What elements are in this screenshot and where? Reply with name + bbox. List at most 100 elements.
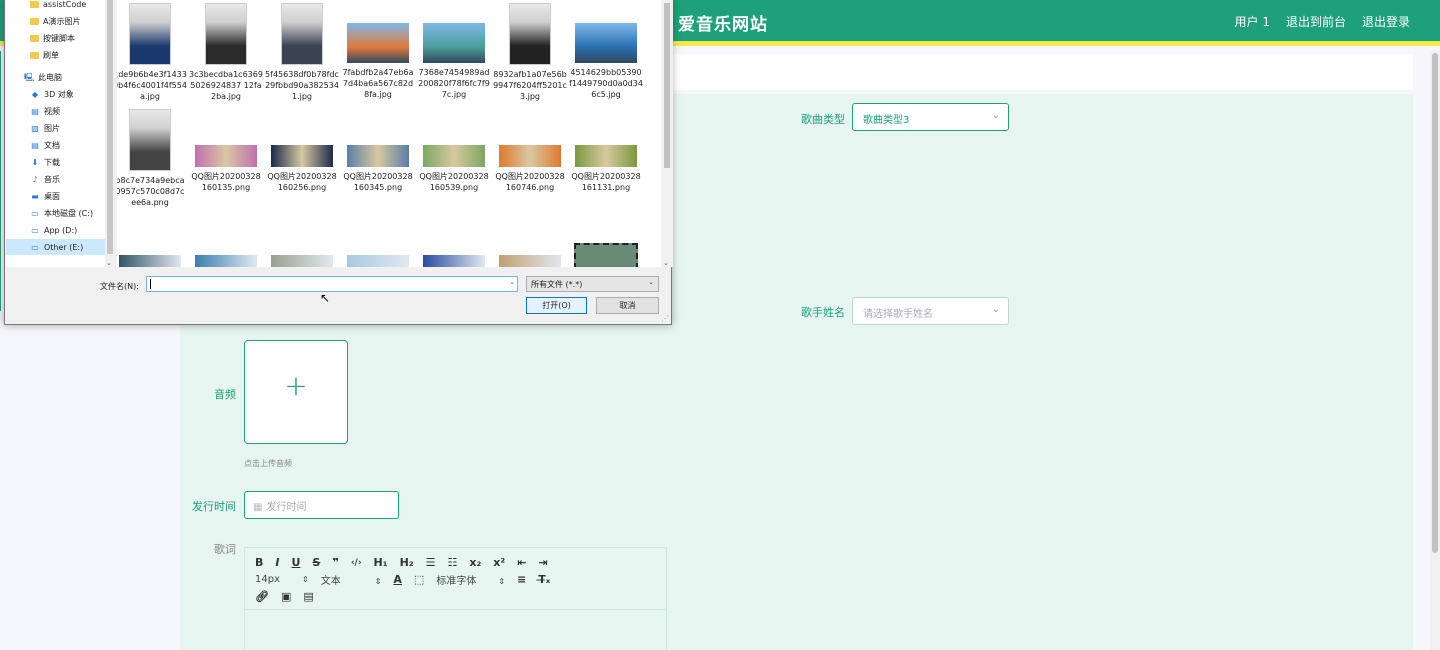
file-thumbnail (423, 145, 485, 167)
file-item[interactable]: QQ图片20200328161131.png (569, 109, 643, 193)
bullet-list-icon[interactable]: ☷ (447, 556, 457, 569)
logout-link[interactable]: 退出登录 (1362, 13, 1410, 30)
nav-item[interactable]: ▤ 文档 (30, 137, 60, 153)
nav-item[interactable]: A演示图片 (30, 13, 80, 29)
file-item[interactable]: 7368e7454989ad200820f78f6fc7f97c.jpg (417, 3, 491, 100)
nav-item[interactable]: 按键脚本 (30, 30, 75, 46)
nav-item[interactable]: ▬ 桌面 (30, 188, 60, 204)
filename-input[interactable]: ⌄ (146, 276, 518, 292)
file-item[interactable]: 3c3becdba1c63695026924837 12fa2ba.jpg (189, 3, 263, 102)
file-item[interactable]: QQ图片20200328160539.png (417, 109, 491, 193)
file-item[interactable] (117, 243, 187, 267)
file-item[interactable]: 4514629bb05390f1449790d0a0d346c5.jpg (569, 3, 643, 100)
file-list[interactable]: 1de9b6b4e3f14330b4f6c4001f4f554a.jpg 3c3b… (117, 0, 663, 267)
file-item[interactable] (569, 243, 643, 267)
file-item[interactable] (341, 243, 415, 267)
filetype-select[interactable]: 所有文件 (*.*) ⌄ (526, 276, 659, 292)
subscript-icon[interactable]: x₂ (469, 556, 481, 569)
nav-item[interactable]: ♪ 音乐 (30, 171, 60, 187)
header-select[interactable]: 文本 ⇕ (321, 572, 382, 587)
background-color-icon[interactable]: ⬚ (414, 573, 424, 586)
file-thumbnail (205, 3, 247, 65)
file-thumbnail (195, 255, 257, 267)
nav-item[interactable]: ◆ 3D 对象 (30, 86, 74, 102)
nav-item[interactable]: ▭ App (D:) (30, 222, 77, 238)
file-item[interactable]: QQ图片20200328160345.png (341, 109, 415, 193)
superscript-icon[interactable]: x² (493, 556, 505, 569)
italic-icon[interactable]: I (275, 556, 279, 569)
nav-item[interactable]: ▭ 本地磁盘 (C:) (30, 205, 93, 221)
underline-icon[interactable]: U (291, 556, 300, 569)
file-item[interactable]: 5f45638df0b78fdc29fbbd90a3825341.jpg (265, 3, 339, 102)
nav-item-label: Other (E:) (44, 242, 84, 252)
ordered-list-icon[interactable]: ☰ (426, 556, 436, 569)
file-list-scrollbar[interactable]: ⌃ ⌄ (661, 0, 673, 267)
font-family-select[interactable]: 标准字体 ⇕ (436, 572, 505, 587)
filename-label: 文件名(N): (100, 282, 139, 291)
file-name: 5f45638df0b78fdc29fbbd90a3825341.jpg (265, 70, 339, 101)
blockquote-icon[interactable]: ❞ (332, 556, 338, 569)
chevron-down-icon[interactable]: ⌄ (509, 278, 515, 286)
nav-item-label: 视频 (44, 106, 60, 116)
calendar-icon: ▦ (253, 502, 263, 513)
cancel-button[interactable]: 取消 (596, 297, 659, 314)
exit-to-frontend-link[interactable]: 退出到前台 (1286, 13, 1346, 30)
link-icon[interactable]: 🔗︎ (255, 590, 269, 603)
file-item[interactable] (493, 243, 567, 267)
font-color-icon[interactable]: A (393, 573, 402, 586)
outdent-icon[interactable]: ⇤ (517, 556, 526, 569)
font-size-select[interactable]: 14px ⇕ (255, 574, 309, 585)
resize-grip-icon[interactable]: ⋰ (661, 314, 669, 323)
indent-icon[interactable]: ⇥ (538, 556, 547, 569)
file-item[interactable] (189, 243, 263, 267)
drive-icon: ▭ (31, 242, 39, 252)
page-scrollbar[interactable] (1430, 51, 1440, 650)
nav-item[interactable]: 🖳 此电脑 (24, 69, 62, 85)
video-icon: ▤ (31, 106, 39, 116)
music-icon: ♪ (32, 174, 38, 184)
nav-item[interactable]: ▭ Other (E:) (6, 239, 106, 255)
file-item[interactable]: 1de9b6b4e3f14330b4f6c4001f4f554a.jpg (117, 3, 187, 102)
open-button[interactable]: 打开(O) (526, 297, 587, 314)
release-time-input[interactable]: ▦ 发行时间 (244, 491, 399, 519)
nav-item[interactable]: 刷单 (30, 47, 59, 63)
nav-item[interactable]: ⬇ 下载 (30, 154, 60, 170)
h2-icon[interactable]: H₂ (400, 556, 414, 569)
clear-format-icon[interactable]: T̶ₓ (538, 573, 550, 586)
user-link[interactable]: 用户 1 (1235, 13, 1270, 30)
file-item[interactable]: b8c7e734a9ebca0957c570c08d7cee6a.png (117, 109, 187, 208)
align-icon[interactable]: ≡ (517, 573, 526, 586)
nav-scrollbar[interactable]: ⌄ (105, 0, 115, 267)
upload-hint: 点击上传音频 (244, 459, 292, 468)
file-name: 7368e7454989ad200820f78f6fc7f97c.jpg (418, 68, 490, 99)
code-icon[interactable]: ‹/› (351, 558, 362, 568)
file-item[interactable]: QQ图片20200328160135.png (189, 109, 263, 193)
video-icon[interactable]: ▤ (303, 590, 313, 603)
file-name: QQ图片20200328160345.png (343, 172, 413, 192)
strike-icon[interactable]: S (312, 556, 320, 569)
app-title: 爱音乐网站 (678, 15, 768, 35)
song-type-select[interactable]: 歌曲类型3 ⌄ (852, 103, 1009, 131)
nav-item[interactable]: assistCode (30, 0, 86, 12)
folder-icon (30, 34, 39, 42)
file-item[interactable]: QQ图片20200328160746.png (493, 109, 567, 193)
file-thumbnail (271, 255, 333, 267)
file-item[interactable] (417, 243, 491, 267)
file-item[interactable] (265, 243, 339, 267)
bold-icon[interactable]: B (255, 556, 263, 569)
file-item[interactable]: QQ图片20200328160256.png (265, 109, 339, 193)
nav-item[interactable]: ▨ 图片 (30, 120, 60, 136)
file-thumbnail (423, 23, 485, 63)
plus-icon: + (284, 369, 308, 402)
lyrics-editor[interactable]: B I U S ❞ ‹/› H₁ H₂ ☰ ☷ x₂ x² ⇤ ⇥ 14px ⇕ … (244, 547, 667, 650)
audio-upload-box[interactable]: + (244, 340, 348, 444)
file-item[interactable]: 7fabdfb2a47eb6a7d4ba6a567c82d8fa.jpg (341, 3, 415, 100)
h1-icon[interactable]: H₁ (374, 556, 388, 569)
file-item[interactable]: 8932afb1a07e56b9947f6204ff5201c3.jpg (493, 3, 567, 102)
mouse-cursor-icon: ↖ (320, 291, 331, 305)
nav-item[interactable]: ▤ 视频 (30, 103, 60, 119)
singer-select[interactable]: 请选择歌手姓名 ⌄ (852, 297, 1009, 325)
documents-icon: ▤ (31, 140, 39, 150)
image-icon[interactable]: ▣ (281, 590, 291, 603)
navigation-pane[interactable]: assistCode A演示图片 按键脚本 刷单 🖳 此电脑 ◆ 3D 对象 ▤ 视频 ▨ 图片 ▤ 文档… (6, 0, 114, 267)
